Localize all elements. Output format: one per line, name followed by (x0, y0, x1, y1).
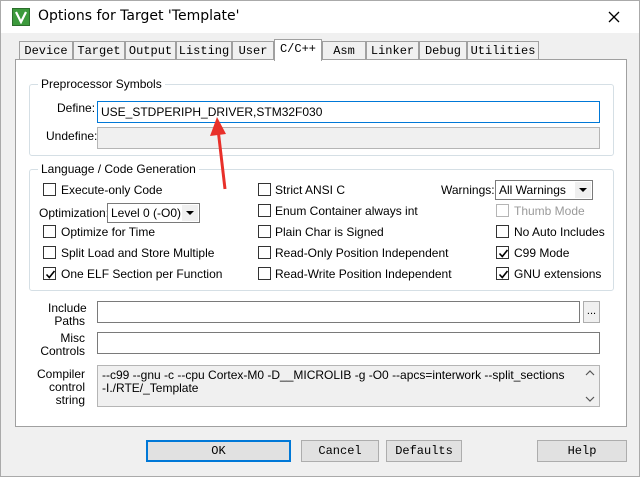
tab-target[interactable]: Target (73, 41, 125, 60)
tab-asm[interactable]: Asm (322, 41, 366, 60)
window-title: Options for Target 'Template' (38, 8, 240, 24)
plain-char-checkbox[interactable] (258, 225, 271, 238)
define-input[interactable]: USE_STDPERIPH_DRIVER,STM32F030 (97, 101, 600, 123)
cc-tab-panel: Preprocessor Symbols Define: USE_STDPERI… (15, 59, 627, 427)
preprocessor-group: Preprocessor Symbols Define: USE_STDPERI… (29, 77, 614, 156)
misc-label-1: Misc (60, 331, 85, 345)
close-icon[interactable] (603, 6, 625, 28)
tab-utilities[interactable]: Utilities (467, 41, 539, 60)
rw-pi-label: Read-Write Position Independent (275, 267, 452, 281)
textarea-scrollbar[interactable] (582, 367, 598, 405)
tab-cc[interactable]: C/C++ (274, 39, 322, 61)
enum-container-checkbox[interactable] (258, 204, 271, 217)
help-button[interactable]: Help (537, 440, 627, 462)
include-label-1: Include (48, 301, 87, 315)
include-browse-button[interactable]: ... (583, 301, 600, 323)
compiler-label-1: Compiler (36, 367, 85, 381)
chevron-down-icon (575, 182, 591, 198)
one-elf-label: One ELF Section per Function (61, 267, 223, 281)
gnu-ext-label: GNU extensions (514, 267, 602, 281)
optimization-select[interactable]: Level 0 (-O0) (107, 203, 200, 223)
keil-app-icon (12, 8, 30, 26)
compiler-label-2: control (48, 380, 85, 394)
ok-button[interactable]: OK (146, 440, 291, 462)
optimize-time-label: Optimize for Time (61, 225, 156, 239)
tab-device[interactable]: Device (19, 41, 73, 60)
plain-char-label: Plain Char is Signed (275, 225, 384, 239)
cancel-button[interactable]: Cancel (301, 440, 379, 462)
misc-controls-input[interactable] (97, 332, 600, 354)
compiler-control-textarea[interactable]: --c99 --gnu -c --cpu Cortex-M0 -D__MICRO… (97, 365, 600, 407)
execute-only-checkbox[interactable] (43, 183, 56, 196)
no-auto-includes-checkbox[interactable] (496, 225, 509, 238)
strict-ansi-label: Strict ANSI C (275, 183, 346, 197)
warnings-value: All Warnings (499, 183, 566, 197)
tab-output[interactable]: Output (125, 41, 176, 60)
tab-debug[interactable]: Debug (419, 41, 467, 60)
thumb-mode-checkbox[interactable] (496, 204, 509, 217)
include-paths-input[interactable] (97, 301, 580, 323)
title-bar: Options for Target 'Template' (1, 1, 639, 33)
one-elf-checkbox[interactable] (43, 267, 56, 280)
split-load-checkbox[interactable] (43, 246, 56, 259)
execute-only-label: Execute-only Code (61, 183, 163, 197)
compiler-label-3: string (55, 393, 85, 407)
c99-mode-label: C99 Mode (514, 246, 570, 260)
compiler-line-2: -I./RTE/_Template (102, 381, 199, 395)
misc-label-2: Controls (40, 344, 85, 358)
optimization-label: Optimization: (39, 206, 110, 220)
checkmark-icon (45, 270, 56, 279)
ro-pi-label: Read-Only Position Independent (275, 246, 449, 260)
enum-container-label: Enum Container always int (275, 204, 418, 218)
tab-listing[interactable]: Listing (176, 41, 232, 60)
ro-pi-checkbox[interactable] (258, 246, 271, 259)
strict-ansi-checkbox[interactable] (258, 183, 271, 196)
defaults-button[interactable]: Defaults (386, 440, 462, 462)
include-label-2: Paths (54, 314, 85, 328)
chevron-down-icon (182, 205, 198, 221)
gnu-ext-checkbox[interactable] (496, 267, 509, 280)
warnings-label: Warnings: (441, 183, 495, 197)
undefine-label: Undefine: (46, 129, 98, 143)
optimize-time-checkbox[interactable] (43, 225, 56, 238)
tab-user[interactable]: User (232, 41, 274, 60)
language-legend: Language / Code Generation (38, 162, 199, 176)
preprocessor-legend: Preprocessor Symbols (38, 77, 165, 91)
c99-mode-checkbox[interactable] (496, 246, 509, 259)
no-auto-includes-label: No Auto Includes (514, 225, 605, 239)
checkmark-icon (498, 249, 509, 258)
optimization-value: Level 0 (-O0) (111, 206, 182, 220)
tab-linker[interactable]: Linker (366, 41, 419, 60)
split-load-label: Split Load and Store Multiple (61, 246, 215, 260)
define-label: Define: (57, 101, 96, 115)
language-group: Language / Code Generation Execute-only … (29, 162, 614, 291)
options-dialog: Options for Target 'Template' Device Tar… (0, 0, 640, 477)
thumb-mode-label: Thumb Mode (514, 204, 585, 218)
rw-pi-checkbox[interactable] (258, 267, 271, 280)
scroll-arrows-icon (585, 370, 595, 402)
warnings-select[interactable]: All Warnings (495, 180, 593, 200)
undefine-input[interactable] (97, 127, 600, 149)
checkmark-icon (498, 270, 509, 279)
